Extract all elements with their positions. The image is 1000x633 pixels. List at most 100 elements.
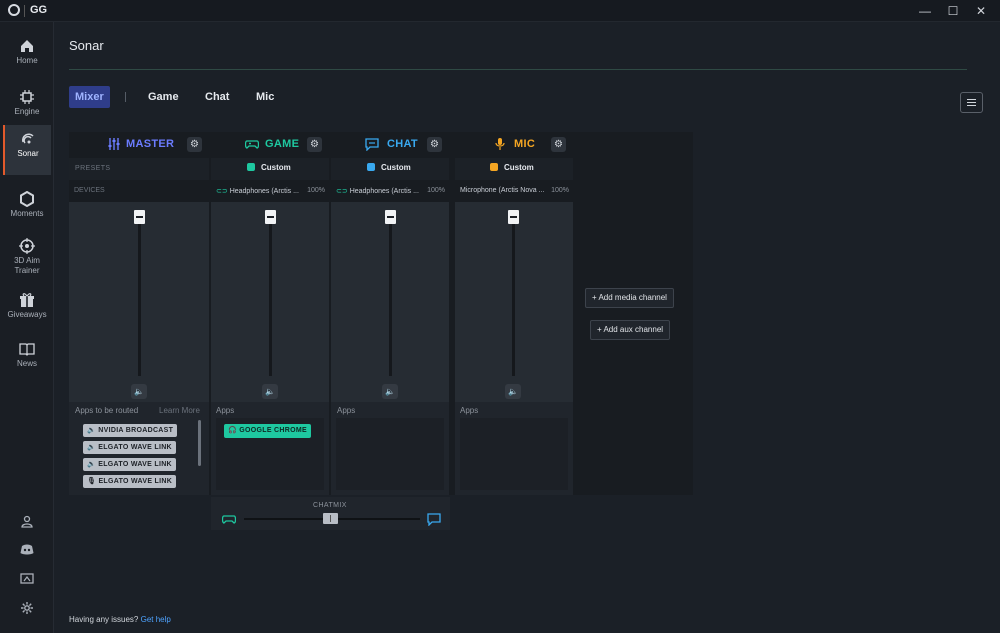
sidebar-item-label: 3D Aim Trainer — [14, 256, 40, 275]
sidebar: Home Engine Sonar Moments 3D Aim Trainer… — [0, 22, 54, 633]
mic-channel-name: MIC — [514, 138, 536, 150]
sidebar-item-label: Giveaways — [7, 310, 47, 319]
presets-row: PRESETS — [69, 158, 209, 180]
sidebar-item-sonar[interactable]: Sonar — [3, 125, 51, 175]
preset-color-icon — [367, 163, 375, 171]
master-volume-slider[interactable] — [134, 210, 145, 224]
game-preset-select[interactable]: Custom — [247, 163, 291, 172]
speaker-icon: 🔉 — [87, 461, 99, 468]
discord-icon[interactable] — [19, 542, 35, 558]
add-channel-panel — [575, 132, 693, 495]
chat-preset-select[interactable]: Custom — [367, 163, 411, 172]
chat-mute-button[interactable]: 🔈 — [382, 384, 398, 399]
game-apps-label: Apps — [216, 406, 235, 415]
sidebar-item-moments[interactable]: Moments — [3, 185, 51, 233]
game-mute-button[interactable]: 🔈 — [262, 384, 278, 399]
game-channel-name: GAME — [265, 138, 300, 150]
chat-apps-label: Apps — [337, 406, 356, 415]
speaker-icon: 🔉 — [87, 427, 99, 434]
tab-game[interactable]: Game — [142, 86, 185, 108]
game-settings-button[interactable]: ⚙ — [307, 137, 322, 152]
preset-color-icon — [490, 163, 498, 171]
master-volume-track[interactable] — [138, 218, 141, 376]
target-icon — [19, 238, 35, 254]
help-text: Having any issues? Get help — [69, 615, 171, 624]
sidebar-item-3d-aim-trainer[interactable]: 3D Aim Trainer — [3, 232, 51, 282]
game-device-volume: 100% — [307, 187, 325, 194]
game-device-select[interactable]: ⊂⊃ Headphones (Arctis ... 100% — [211, 183, 329, 199]
speaker-icon: 🔉 — [87, 444, 99, 451]
settings-icon[interactable] — [19, 600, 35, 616]
tab-mixer[interactable]: Mixer — [69, 86, 110, 108]
headphones-icon: 🎧 — [228, 427, 240, 434]
feedback-icon[interactable] — [19, 571, 35, 587]
chat-device-select[interactable]: ⊂⊃ Headphones (Arctis ... 100% — [331, 183, 449, 199]
book-icon — [19, 343, 35, 356]
devices-row: DEVICES — [69, 183, 209, 199]
chat-volume-slider[interactable] — [385, 210, 396, 224]
speaker-icon: 🔈 — [385, 387, 395, 396]
mic-device-name: Microphone (Arctis Nova ... — [460, 187, 545, 194]
sidebar-item-label: Sonar — [17, 149, 39, 158]
mic-channel-header: MIC ⚙ — [455, 132, 573, 157]
title-divider — [24, 5, 25, 17]
get-help-link[interactable]: Get help — [141, 615, 171, 624]
devices-label: DEVICES — [74, 187, 105, 194]
chat-icon — [427, 513, 441, 526]
chat-device-volume: 100% — [427, 187, 445, 194]
game-volume-track[interactable] — [269, 218, 272, 376]
sidebar-item-giveaways[interactable]: Giveaways — [3, 286, 51, 334]
minimize-button[interactable]: — — [912, 2, 938, 20]
mic-preset-select[interactable]: Custom — [490, 163, 534, 172]
master-settings-button[interactable]: ⚙ — [187, 137, 202, 152]
game-volume-slider[interactable] — [265, 210, 276, 224]
add-media-channel-button[interactable]: + Add media channel — [585, 288, 674, 308]
chatmix-slider[interactable] — [323, 513, 338, 524]
chat-device-name: Headphones (Arctis ... — [349, 188, 419, 195]
mic-volume-slider[interactable] — [508, 210, 519, 224]
gift-icon — [20, 293, 34, 307]
tab-chat[interactable]: Chat — [199, 86, 235, 108]
game-device-name: Headphones (Arctis ... — [229, 188, 299, 195]
learn-more-link[interactable]: Learn More — [159, 406, 200, 415]
mic-volume-track[interactable] — [512, 218, 515, 376]
sidebar-item-engine[interactable]: Engine — [3, 83, 51, 131]
account-icon[interactable] — [19, 514, 35, 530]
app-chip[interactable]: 🔉 NVIDIA BROADCAST — [83, 424, 178, 437]
mic-settings-button[interactable]: ⚙ — [551, 137, 566, 152]
sliders-icon — [108, 138, 120, 150]
link-icon: ⊂⊃ — [216, 188, 230, 195]
app-chip[interactable]: 🎙 ELGATO WAVE LINK — [83, 475, 177, 488]
apps-to-route-label: Apps to be routed — [75, 406, 139, 415]
tab-mic[interactable]: Mic — [250, 86, 280, 108]
app-chip[interactable]: 🔉 ELGATO WAVE LINK — [83, 441, 176, 454]
sidebar-item-home[interactable]: Home — [3, 32, 51, 80]
home-icon — [21, 40, 33, 52]
chat-volume-track[interactable] — [389, 218, 392, 376]
master-mute-button[interactable]: 🔈 — [131, 384, 147, 399]
chat-channel-name: CHAT — [387, 138, 418, 150]
close-button[interactable]: ✕ — [968, 2, 994, 20]
chat-channel-header: CHAT ⚙ — [331, 132, 449, 157]
page-title: Sonar — [69, 38, 104, 53]
mic-apps-label: Apps — [460, 406, 479, 415]
mic-mute-button[interactable]: 🔈 — [505, 384, 521, 399]
mic-device-select[interactable]: Microphone (Arctis Nova ... 100% — [455, 183, 573, 199]
sidebar-item-news[interactable]: News — [3, 335, 51, 383]
menu-button[interactable] — [960, 92, 983, 113]
app-title: GG — [30, 4, 48, 16]
app-chip[interactable]: 🔉 ELGATO WAVE LINK — [83, 458, 176, 471]
app-chip[interactable]: 🎧 GOOGLE CHROME — [224, 424, 311, 438]
preset-color-icon — [247, 163, 255, 171]
apps-scrollbar[interactable] — [198, 420, 201, 466]
chat-settings-button[interactable]: ⚙ — [427, 137, 442, 152]
presets-label: PRESETS — [75, 165, 111, 172]
sidebar-item-label: Moments — [10, 209, 44, 218]
maximize-button[interactable]: ☐ — [940, 2, 966, 20]
header-divider — [69, 69, 967, 70]
add-aux-channel-button[interactable]: + Add aux channel — [590, 320, 671, 340]
speaker-icon: 🔈 — [508, 387, 518, 396]
link-icon: ⊂⊃ — [336, 188, 350, 195]
speaker-icon: 🔈 — [265, 387, 275, 396]
mic-device-volume: 100% — [551, 187, 569, 194]
